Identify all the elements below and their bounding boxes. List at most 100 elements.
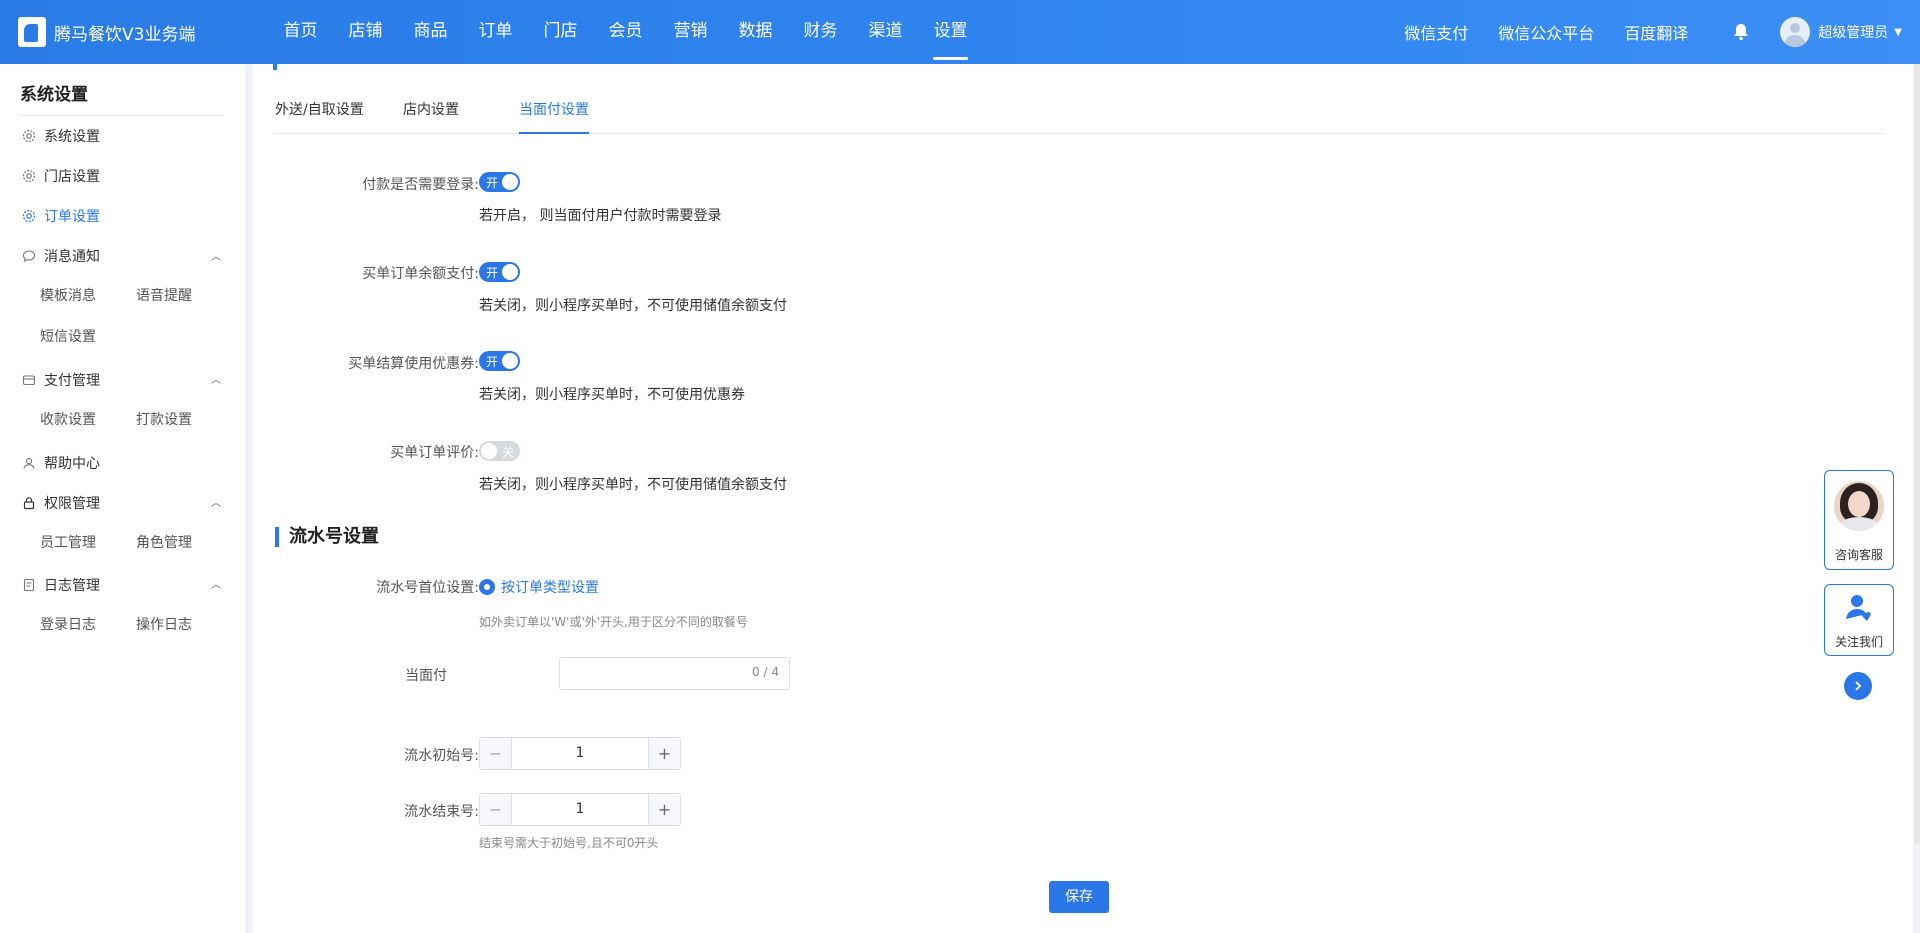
coupon-switch[interactable]: 开 xyxy=(479,351,520,371)
nav-item-settings[interactable]: 设置 xyxy=(918,0,983,64)
chat-icon xyxy=(22,249,36,263)
follow-us-card[interactable]: 关注我们 xyxy=(1824,584,1894,656)
minus-icon[interactable]: − xyxy=(480,738,512,769)
setting-hint: 若关闭，则小程序买单时，不可使用储值余额支付 xyxy=(479,298,787,314)
sidebar-item-label: 订单设置 xyxy=(44,209,100,225)
nav-item-orders[interactable]: 订单 xyxy=(463,0,528,64)
wechat-pay-link[interactable]: 微信支付 xyxy=(1404,20,1468,44)
tab-dine-in[interactable]: 店内设置 xyxy=(403,99,459,132)
order-type-radio-label[interactable]: 按订单类型设置 xyxy=(501,577,599,597)
chevron-up-icon[interactable]: ︿ xyxy=(211,576,221,591)
chevron-right-icon[interactable] xyxy=(1844,672,1872,700)
nav-item-channels[interactable]: 渠道 xyxy=(853,0,918,64)
sidebar-item-permission[interactable]: 权限管理 xyxy=(22,493,100,513)
main-nav: 首页 店铺 商品 订单 门店 会员 营销 数据 财务 渠道 设置 xyxy=(268,0,983,64)
customer-service-card[interactable]: 咨询客服 xyxy=(1824,470,1894,570)
chevron-up-icon[interactable]: ︿ xyxy=(211,371,221,386)
stepper-value[interactable]: 1 xyxy=(512,794,648,825)
lock-icon xyxy=(22,496,36,510)
sidebar-item-label: 支付管理 xyxy=(44,373,100,389)
main-panel: 外送/自取设置 店内设置 当面付设置 付款是否需要登录: 开 若开启， 则当面付… xyxy=(253,64,1913,933)
plus-icon[interactable]: + xyxy=(648,738,680,769)
sidebar-sub-receive[interactable]: 收款设置 xyxy=(40,409,96,429)
face-pay-prefix-input[interactable]: 0 / 4 xyxy=(559,657,790,690)
gear-icon xyxy=(22,129,36,143)
user-name: 超级管理员 xyxy=(1818,25,1889,41)
sidebar-title: 系统设置 xyxy=(20,85,88,105)
tab-face-pay[interactable]: 当面付设置 xyxy=(519,99,589,134)
avatar xyxy=(1780,17,1811,47)
setting-hint: 若关闭，则小程序买单时，不可使用优惠券 xyxy=(479,387,745,403)
order-type-radio[interactable] xyxy=(479,579,495,595)
plus-icon[interactable]: + xyxy=(648,794,680,825)
setting-label-coupon: 买单结算使用优惠券: xyxy=(348,356,479,372)
switch-knob xyxy=(502,353,518,369)
serial-end-label: 流水结束号: xyxy=(404,804,479,820)
switch-text: 开 xyxy=(486,176,499,190)
tab-bar: 外送/自取设置 店内设置 当面付设置 xyxy=(275,89,1884,134)
user-menu[interactable]: 超级管理员 ▼ xyxy=(1780,17,1902,47)
serial-start-stepper[interactable]: − 1 + xyxy=(479,737,681,770)
sidebar-sub-transfer[interactable]: 打款设置 xyxy=(136,409,192,429)
baidu-translate-link[interactable]: 百度翻译 xyxy=(1624,20,1688,44)
setting-label-balance-pay: 买单订单余额支付: xyxy=(362,266,479,282)
app-title: 腾马餐饮V3业务端 xyxy=(54,24,196,45)
sidebar-item-store[interactable]: 门店设置 xyxy=(22,166,100,186)
sidebar-sub-login-log[interactable]: 登录日志 xyxy=(40,614,96,634)
sidebar-item-help[interactable]: 帮助中心 xyxy=(22,453,100,473)
switch-knob xyxy=(502,264,518,280)
nav-item-stores[interactable]: 门店 xyxy=(528,0,593,64)
bell-icon[interactable] xyxy=(1730,21,1752,43)
chevron-down-icon: ▼ xyxy=(1894,26,1902,38)
nav-item-members[interactable]: 会员 xyxy=(593,0,658,64)
login-required-switch[interactable]: 开 xyxy=(479,172,520,192)
serial-first-label: 流水号首位设置: xyxy=(376,580,479,596)
wechat-mp-link[interactable]: 微信公众平台 xyxy=(1498,20,1594,44)
chevron-up-icon[interactable]: ︿ xyxy=(211,494,221,509)
nav-item-marketing[interactable]: 营销 xyxy=(658,0,723,64)
minus-icon[interactable]: − xyxy=(480,794,512,825)
service-avatar xyxy=(1834,481,1884,531)
sidebar-item-payment[interactable]: 支付管理 xyxy=(22,370,100,390)
nav-item-shop[interactable]: 店铺 xyxy=(333,0,398,64)
sidebar-item-order[interactable]: 订单设置 xyxy=(22,206,100,226)
serial-start-label: 流水初始号: xyxy=(404,748,479,764)
nav-item-goods[interactable]: 商品 xyxy=(398,0,463,64)
sidebar-item-label: 帮助中心 xyxy=(44,456,100,472)
follow-label: 关注我们 xyxy=(1834,635,1883,649)
save-button[interactable]: 保存 xyxy=(1049,881,1109,913)
tab-delivery[interactable]: 外送/自取设置 xyxy=(275,99,364,132)
setting-hint: 若开启， 则当面付用户付款时需要登录 xyxy=(479,208,722,224)
serial-radio-hint: 如外卖订单以'W'或'外'开头,用于区分不同的取餐号 xyxy=(479,615,748,629)
setting-hint: 若关闭，则小程序买单时，不可使用储值余额支付 xyxy=(479,477,787,493)
sidebar-sub-staff[interactable]: 员工管理 xyxy=(40,532,96,552)
nav-item-data[interactable]: 数据 xyxy=(723,0,788,64)
nav-item-home[interactable]: 首页 xyxy=(268,0,333,64)
brand[interactable]: 腾马餐饮V3业务端 xyxy=(18,17,195,47)
wallet-icon xyxy=(22,373,36,387)
sidebar-item-log[interactable]: 日志管理 xyxy=(22,575,100,595)
serial-end-stepper[interactable]: − 1 + xyxy=(479,793,681,826)
switch-text: 关 xyxy=(501,445,514,459)
sidebar-sub-roles[interactable]: 角色管理 xyxy=(136,532,192,552)
setting-label-login-required: 付款是否需要登录: xyxy=(362,177,479,193)
nav-item-finance[interactable]: 财务 xyxy=(788,0,853,64)
gear-icon xyxy=(22,169,36,183)
setting-label-review: 买单订单评价: xyxy=(390,445,479,461)
scrollbar[interactable] xyxy=(1914,64,1920,844)
sidebar-sub-op-log[interactable]: 操作日志 xyxy=(136,614,192,634)
service-label: 咨询客服 xyxy=(1834,548,1883,562)
sidebar-sub-voice-reminder[interactable]: 语音提醒 xyxy=(136,285,192,305)
sidebar-item-label: 门店设置 xyxy=(44,169,100,185)
gear-icon xyxy=(22,209,36,223)
sidebar-item-system[interactable]: 系统设置 xyxy=(22,126,100,146)
balance-pay-switch[interactable]: 开 xyxy=(479,262,520,282)
chevron-up-icon[interactable]: ︿ xyxy=(211,248,221,263)
sidebar-sub-sms[interactable]: 短信设置 xyxy=(40,326,96,346)
review-switch[interactable]: 关 xyxy=(479,441,520,461)
serial-end-hint: 结束号需大于初始号,且不可0开头 xyxy=(479,836,659,850)
sidebar-item-message[interactable]: 消息通知 xyxy=(22,246,100,266)
sidebar-sub-template-msg[interactable]: 模板消息 xyxy=(40,285,96,305)
stepper-value[interactable]: 1 xyxy=(512,738,648,769)
top-bar: 腾马餐饮V3业务端 首页 店铺 商品 订单 门店 会员 营销 数据 财务 渠道 … xyxy=(0,0,1920,64)
